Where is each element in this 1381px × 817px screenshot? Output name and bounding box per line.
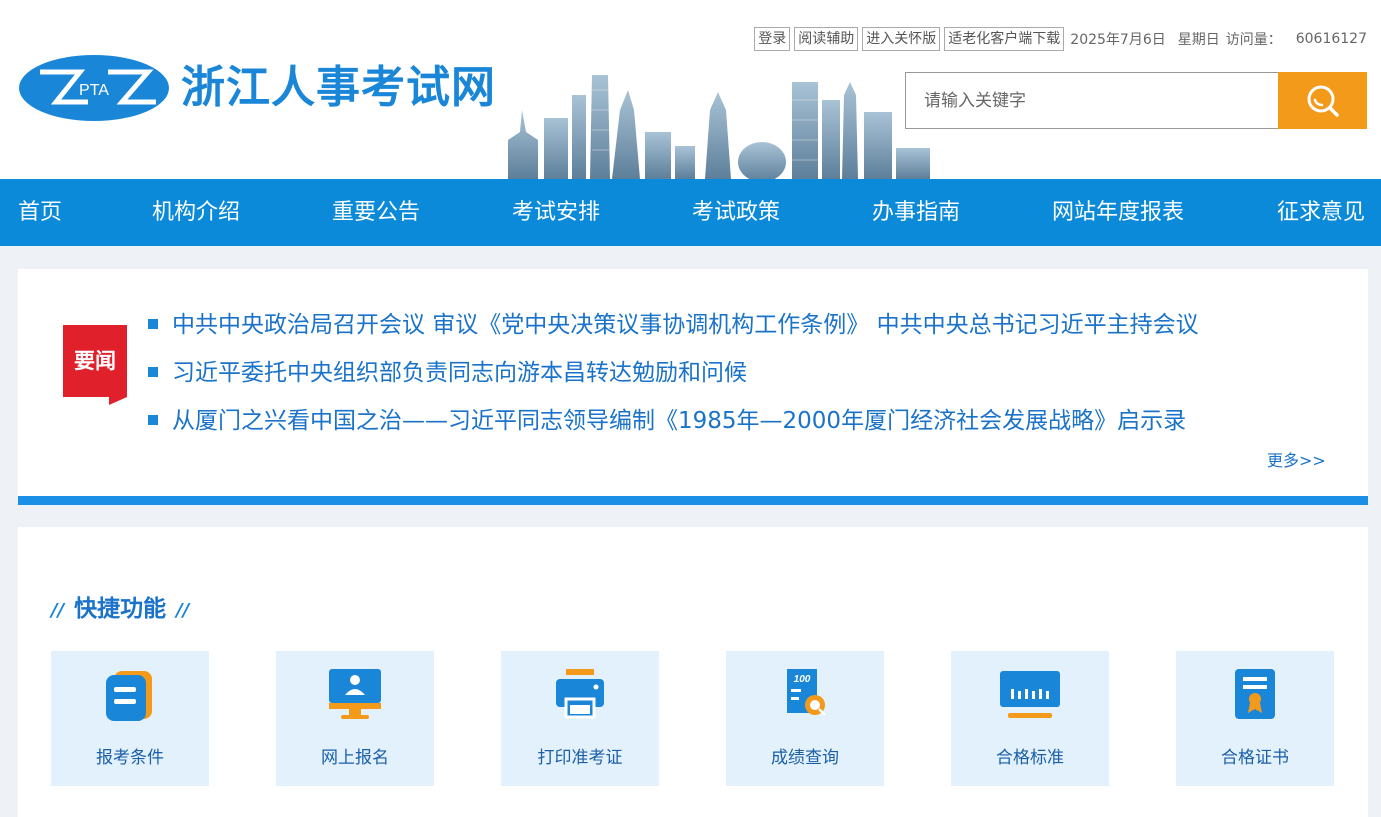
search-icon [1307, 85, 1339, 117]
quick-card-label: 网上报名 [321, 748, 389, 768]
visit-label: 访问量： [1225, 32, 1282, 48]
nav-announcements[interactable]: 重要公告 [332, 179, 420, 246]
news-badge: 要闻 [74, 349, 116, 373]
quick-functions-title: // 快捷功能 // [51, 593, 189, 625]
reading-assist-link[interactable]: 阅读辅助 [794, 27, 859, 51]
news-item[interactable]: 习近平委托中央组织部负责同志向游本昌转达勉励和问候 [148, 356, 747, 390]
search-input[interactable] [905, 72, 1278, 129]
bullet-square-icon [148, 366, 158, 377]
current-weekday: 星期日 [1177, 32, 1220, 48]
pta-logo[interactable]: PTA [18, 54, 170, 122]
svg-text:100: 100 [794, 674, 811, 685]
certificate-icon [1235, 669, 1275, 719]
city-skyline-illustration [508, 75, 930, 179]
main-nav: 首页 机构介绍 重要公告 考试安排 考试政策 办事指南 网站年度报表 征求意见 [0, 179, 1381, 246]
news-item-title[interactable]: 中共中央政治局召开会议 审议《党中央决策议事协调机构工作条例》 中共中央总书记习… [172, 312, 1199, 338]
quick-card-label: 成绩查询 [771, 748, 839, 768]
quick-functions-panel: //快捷功能// 报考条件 网上报名 打印准考证 100 成绩查询 合格标准 合… [18, 527, 1368, 817]
news-item[interactable]: 从厦门之兴看中国之治——习近平同志领导编制《1985年—2000年厦门经济社会发… [148, 404, 1186, 438]
score-query-icon: 100 [787, 669, 826, 716]
site-header: PTA 浙江人事考试网 登录 阅读辅助 进入关怀版 适老化客户端下载 2025年… [0, 0, 1381, 179]
quick-card-label: 合格证书 [1221, 748, 1289, 768]
online-register-icon [329, 669, 381, 719]
nav-home[interactable]: 首页 [18, 179, 62, 246]
quick-card-certificate[interactable]: 合格证书 [1176, 651, 1334, 786]
printer-icon [556, 669, 604, 719]
nav-about[interactable]: 机构介绍 [152, 179, 240, 246]
quick-card-online-register[interactable]: 网上报名 [276, 651, 434, 786]
news-item-title[interactable]: 从厦门之兴看中国之治——习近平同志领导编制《1985年—2000年厦门经济社会发… [172, 408, 1186, 434]
quick-card-label: 打印准考证 [537, 748, 623, 768]
nav-exam-policy[interactable]: 考试政策 [692, 179, 780, 246]
bullet-square-icon [148, 414, 158, 425]
conditions-icon [106, 671, 152, 721]
news-item-title[interactable]: 习近平委托中央组织部负责同志向游本昌转达勉励和问候 [172, 360, 747, 386]
visit-count: 60616127 [1295, 31, 1367, 47]
quick-card-label: 合格标准 [996, 748, 1064, 768]
care-mode-link[interactable]: 进入关怀版 [862, 27, 941, 51]
bullet-square-icon [148, 318, 158, 329]
current-date: 2025年7月6日 [1070, 32, 1166, 48]
more-news-link[interactable]: 更多>> [1267, 447, 1326, 471]
site-title: 浙江人事考试网 [181, 62, 496, 113]
search-bar [905, 72, 1367, 129]
nav-annual-report[interactable]: 网站年度报表 [1052, 179, 1184, 246]
quick-functions-title-text: 快捷功能 [74, 596, 167, 622]
search-button[interactable] [1278, 72, 1367, 129]
quick-card-conditions[interactable]: 报考条件 [51, 651, 209, 786]
ruler-icon [1000, 671, 1060, 718]
logo-text: PTA [79, 82, 109, 99]
quick-card-label: 报考条件 [96, 748, 164, 768]
login-link[interactable]: 登录 [754, 27, 791, 51]
news-item[interactable]: 中共中央政治局召开会议 审议《党中央决策议事协调机构工作条例》 中共中央总书记习… [148, 308, 1199, 342]
quick-card-print-admission[interactable]: 打印准考证 [501, 651, 659, 786]
nav-exam-schedule[interactable]: 考试安排 [512, 179, 600, 246]
quick-card-score-query[interactable]: 100 成绩查询 [726, 651, 884, 786]
headline-news-panel: 要闻 中共中央政治局召开会议 审议《党中央决策议事协调机构工作条例》 中共中央总… [18, 269, 1368, 505]
quick-card-pass-standard[interactable]: 合格标准 [951, 651, 1109, 786]
elderly-app-download-link[interactable]: 适老化客户端下载 [944, 27, 1065, 51]
top-links: 登录 阅读辅助 进入关怀版 适老化客户端下载 2025年7月6日 星期日 访问量… [754, 26, 1367, 52]
nav-service-guide[interactable]: 办事指南 [872, 179, 960, 246]
title-deco-left: // [51, 600, 65, 621]
nav-feedback[interactable]: 征求意见 [1277, 179, 1365, 246]
title-deco-right: // [176, 600, 190, 621]
